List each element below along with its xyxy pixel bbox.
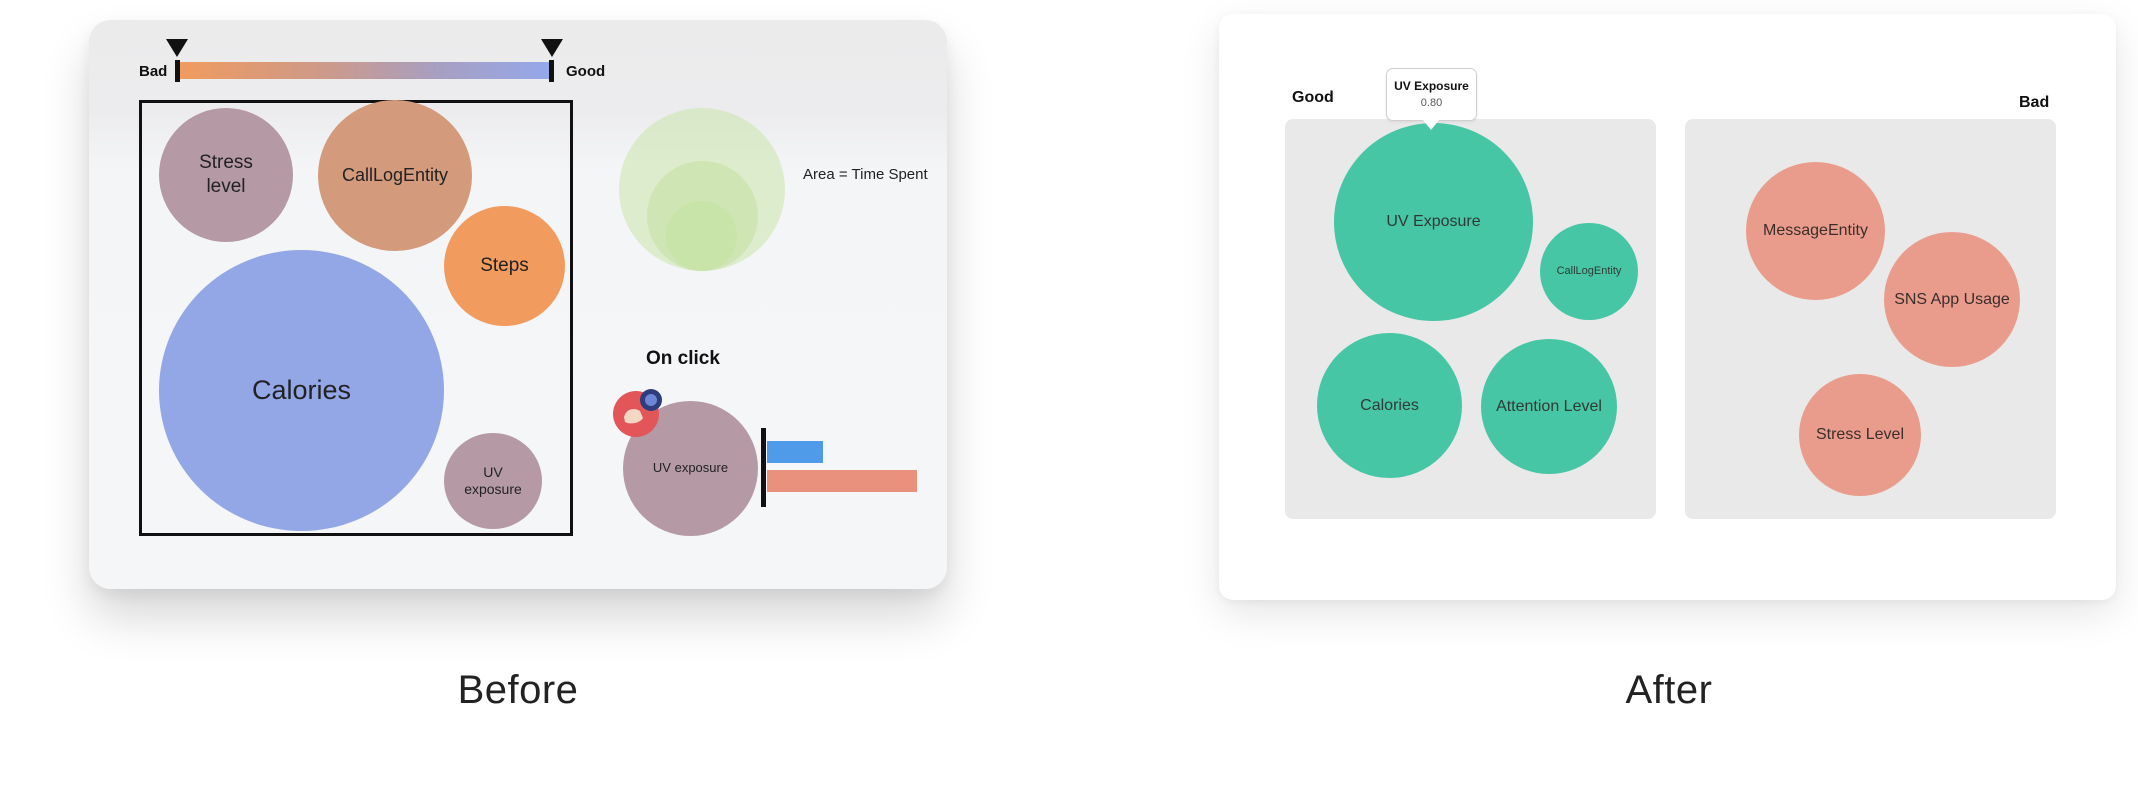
bubble-label: SNS App Usage	[1894, 290, 2010, 308]
bubble-label: Attention Level	[1496, 397, 1602, 415]
good-bubble-attention-level[interactable]: Attention Level	[1481, 339, 1617, 474]
bubble-calories[interactable]: Calories	[159, 250, 444, 531]
bubble-label: CallLogEntity	[1556, 264, 1622, 277]
bubble-label: Calories	[1360, 396, 1419, 414]
good-bubble-uv-exposure[interactable]: UV Exposure	[1334, 123, 1533, 321]
scale-left-handle[interactable]	[175, 60, 180, 82]
comparison-canvas: Bad Good Stress level CallLogEntity Step…	[0, 0, 2138, 788]
area-legend-small	[666, 201, 737, 271]
after-caption: After	[1625, 668, 1713, 712]
scale-bad-label: Bad	[139, 63, 168, 80]
bad-bubble-sns-app-usage[interactable]: SNS App Usage	[1884, 232, 2020, 367]
area-legend-note: Area = Time Spent	[803, 166, 928, 183]
bad-group-label: Bad	[2019, 94, 2050, 111]
on-click-bubble-label: UV exposure	[652, 460, 729, 476]
tooltip-title: UV Exposure	[1394, 79, 1469, 93]
bubble-uv-exposure[interactable]: UV exposure	[444, 433, 542, 529]
bubble-label: Calories	[251, 374, 352, 405]
on-click-title: On click	[646, 348, 720, 369]
scale-right-marker-icon[interactable]	[541, 39, 563, 57]
scale-good-label: Good	[566, 63, 606, 80]
bubble-label: MessageEntity	[1763, 222, 1868, 239]
on-click-bar-red	[767, 470, 917, 492]
bubble-calllogentity[interactable]: CallLogEntity	[318, 100, 472, 251]
arm-sun-icon	[610, 387, 662, 439]
scale-right-handle[interactable]	[549, 60, 554, 82]
bubble-label: UV exposure	[464, 463, 522, 498]
bubble-label: UV Exposure	[1386, 213, 1481, 230]
before-caption: Before	[457, 668, 579, 712]
bad-bubble-stress-level[interactable]: Stress Level	[1799, 374, 1921, 496]
scale-gradient-bar	[176, 62, 552, 79]
bad-bubble-messageentity[interactable]: MessageEntity	[1746, 162, 1885, 300]
scale-left-marker-icon[interactable]	[166, 39, 188, 57]
good-group-label: Good	[1292, 89, 1334, 106]
bubble-label: Stress level	[199, 152, 253, 197]
bubble-label: CallLogEntity	[341, 165, 449, 186]
bubble-stress-level[interactable]: Stress level	[159, 108, 293, 242]
on-click-bar-blue	[767, 441, 823, 463]
uv-exposure-tooltip: UV Exposure 0.80	[1386, 68, 1477, 121]
tooltip-pointer	[1423, 120, 1439, 130]
on-click-axis	[761, 428, 766, 507]
good-bubble-calories[interactable]: Calories	[1317, 333, 1462, 478]
bubble-steps[interactable]: Steps	[444, 206, 565, 326]
good-bubble-calllogentity[interactable]: CallLogEntity	[1540, 223, 1638, 320]
bubble-label: Steps	[480, 255, 529, 277]
bubble-label: Stress Level	[1815, 426, 1905, 443]
tooltip-value: 0.80	[1420, 97, 1443, 109]
